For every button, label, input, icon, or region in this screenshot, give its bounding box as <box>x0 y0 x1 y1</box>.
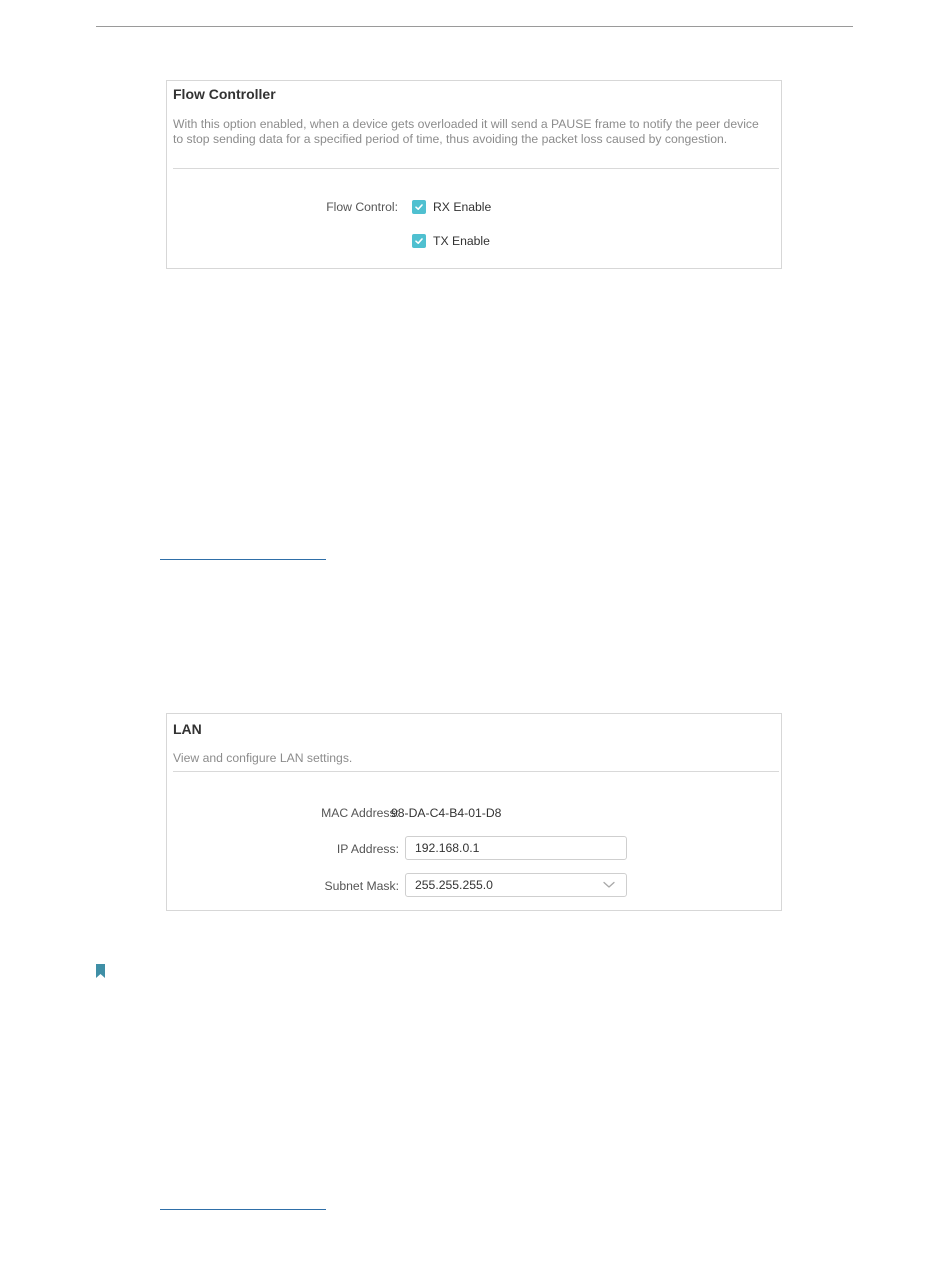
subnet-mask-select[interactable]: 255.255.255.0 <box>405 873 627 897</box>
tx-enable-option[interactable]: TX Enable <box>412 233 490 249</box>
flow-control-label: Flow Control: <box>326 200 398 214</box>
rx-enable-checkbox[interactable] <box>412 200 426 214</box>
page-header-rule <box>96 26 853 27</box>
checkmark-icon <box>415 204 423 210</box>
ip-address-input[interactable] <box>405 836 627 860</box>
mac-address-label: MAC Address: <box>321 806 399 820</box>
rx-enable-option[interactable]: RX Enable <box>412 199 491 215</box>
bookmark-icon <box>96 964 105 978</box>
link-underline <box>160 1209 326 1210</box>
lan-panel: LAN View and configure LAN settings. MAC… <box>166 713 782 911</box>
ip-address-label: IP Address: <box>336 842 399 856</box>
rx-enable-label: RX Enable <box>433 200 492 214</box>
lan-description: View and configure LAN settings. <box>173 751 353 765</box>
link-underline <box>160 559 326 560</box>
lan-divider <box>173 771 779 772</box>
lan-title: LAN <box>173 721 202 737</box>
flow-controller-title: Flow Controller <box>173 86 276 102</box>
chevron-down-icon <box>602 878 616 892</box>
subnet-mask-value: 255.255.255.0 <box>415 878 493 892</box>
mac-address-value: 98-DA-C4-B4-01-D8 <box>391 806 502 820</box>
tx-enable-label: TX Enable <box>433 234 490 248</box>
subnet-mask-label: Subnet Mask: <box>324 879 399 893</box>
flow-controller-panel: Flow Controller With this option enabled… <box>166 80 782 269</box>
flow-controller-divider <box>173 168 779 169</box>
tx-enable-checkbox[interactable] <box>412 234 426 248</box>
checkmark-icon <box>415 238 423 244</box>
flow-controller-description: With this option enabled, when a device … <box>173 117 759 146</box>
